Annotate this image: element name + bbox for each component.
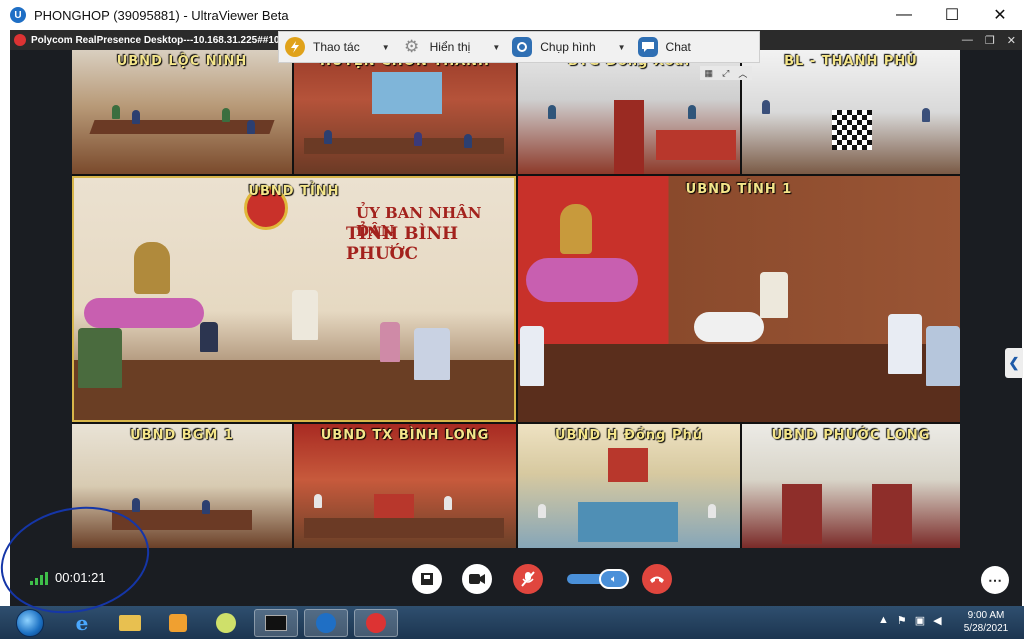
video-tile-main[interactable]: ỦY BAN NHÂN DÂN TỈNH BÌNH PHƯỚC UBND TỈN… [72,176,516,422]
video-tile[interactable]: UBND H Đồng Phú [518,424,740,548]
window-controls: — ☐ ✕ [880,0,1024,30]
chevron-down-icon: ▼ [381,42,390,52]
chevron-down-icon: ▼ [617,42,626,52]
tile-mini-controls[interactable]: ▦ ⤢ ︿ [700,66,752,80]
flower-arrangement [84,298,204,328]
polycom-window-controls: — ❐ ✕ [962,30,1016,50]
video-tile[interactable]: UBND BGM 1 [72,424,292,548]
tile-label: UBND TX BÌNH LONG [320,428,490,443]
chevron-left-icon: ❮ [1008,355,1020,370]
speaker-icon[interactable]: 🔈︎ [599,569,629,589]
taskbar-media-player-icon[interactable] [156,609,200,637]
close-button[interactable]: ✕ [976,0,1024,30]
toolbar-display-menu[interactable]: ⚙ Hiển thị ▼ [396,31,507,63]
clock-time: 9:00 AM [967,610,1005,621]
clock-date: 5/28/2021 [963,623,1009,634]
system-tray: ▲ ⚑ ▣ ◀ [878,614,942,627]
grid-icon[interactable]: ▦ [705,68,714,79]
toolbar-display-label: Hiển thị [429,40,471,54]
tile-label: UBND TỈNH [248,184,340,199]
taskbar-app-icon[interactable] [204,609,248,637]
toolbar-chat-button[interactable]: Chat [632,31,697,63]
network-icon[interactable]: ▣ [915,614,925,627]
taskbar-ultraviewer-icon[interactable] [304,609,348,637]
bust-statue [560,204,592,254]
video-tile[interactable]: UBND PHƯỚC LONG [742,424,960,548]
tile-label: UBND TỈNH 1 [685,182,793,197]
side-panel-toggle[interactable]: ❮ [1005,348,1023,378]
call-duration: 00:01:21 [55,570,106,585]
taskbar-explorer-icon[interactable] [108,609,152,637]
taskbar-ie-icon[interactable]: e [60,609,104,637]
flower-arrangement [694,312,764,342]
polycom-minimize-button[interactable]: — [962,34,973,46]
call-control-bar: 00:01:21 🔈︎ ⋯ [10,556,1022,606]
toolbar-actions-label: Thao tác [313,40,360,54]
volume-icon[interactable]: ◀ [933,614,941,627]
video-tile[interactable]: HUYỆN CHƠN THÀNH [294,50,516,174]
chevron-up-icon[interactable]: ▲ [878,614,889,627]
banner-line2: TỈNH BÌNH PHƯỚC [346,224,459,264]
start-button[interactable] [16,609,44,637]
camera-icon [512,37,533,57]
window-title: PHONGHOP (39095881) - UltraViewer Beta [34,7,289,23]
ultraviewer-logo-icon: U [10,7,26,23]
video-grid: UBND LỘC NINH HUYỆN CHƠN THÀNH BTG Đồng … [72,50,960,548]
tile-label: UBND PHƯỚC LONG [771,428,931,443]
volume-slider[interactable]: 🔈︎ [567,569,629,589]
video-tile-main[interactable]: UBND TỈNH 1 [518,176,960,422]
chevron-down-icon: ▼ [492,42,501,52]
minimize-button[interactable]: — [880,0,928,30]
polycom-restore-button[interactable]: ❐ [985,34,995,47]
video-tile[interactable]: UBND TX BÌNH LONG [294,424,516,548]
microphone-off-icon [521,571,535,587]
ultraviewer-titlebar: U PHONGHOP (39095881) - UltraViewer Beta… [0,0,1024,30]
flower-arrangement [526,258,638,302]
windows-taskbar: e ▲ ⚑ ▣ ◀ 9:00 AM 5/28/2021 [0,606,1024,639]
flag-icon[interactable]: ⚑ [897,614,907,627]
tile-label: UBND H Đồng Phú [554,428,703,443]
gear-icon: ⚙ [404,37,420,56]
polycom-title: Polycom RealPresence Desktop---10.168.31… [31,34,291,46]
video-camera-icon [469,574,485,584]
taskbar-cmd-icon[interactable] [254,609,298,637]
more-options-button[interactable]: ⋯ [981,566,1009,594]
remote-toolbar: Thao tác ▼ ⚙ Hiển thị ▼ Chụp hình ▼ Chat [278,31,760,63]
signal-strength-icon [30,572,48,585]
taskbar-polycom-icon[interactable] [354,609,398,637]
camera-toggle-button[interactable] [462,564,492,594]
tile-label: UBND BGM 1 [130,428,234,443]
lightning-icon [285,37,305,57]
toolbar-screenshot-menu[interactable]: Chụp hình ▼ [506,31,631,63]
toolbar-chat-label: Chat [665,40,691,54]
tile-label: UBND LỘC NINH [116,54,248,69]
tile-label: BL - THANH PHÚ [784,54,918,69]
video-tile[interactable]: UBND LỘC NINH [72,50,292,174]
toolbar-screenshot-label: Chụp hình [540,40,596,54]
bust-statue [134,242,170,294]
chevron-up-icon[interactable]: ︿ [738,67,747,80]
polycom-app-icon [14,34,26,46]
maximize-button[interactable]: ☐ [928,0,976,30]
hang-up-button[interactable] [642,564,672,594]
video-tile[interactable]: BL - THANH PHÚ [742,50,960,174]
content-share-button[interactable] [412,564,442,594]
microphone-mute-button[interactable] [513,564,543,594]
toolbar-actions-menu[interactable]: Thao tác ▼ [279,31,396,63]
polycom-close-button[interactable]: ✕ [1007,34,1016,47]
taskbar-clock[interactable]: 9:00 AM 5/28/2021 [958,609,1014,635]
fullscreen-icon[interactable]: ⤢ [722,68,729,79]
chat-icon [637,37,658,57]
content-share-icon [421,573,433,585]
hang-up-icon [650,576,664,583]
